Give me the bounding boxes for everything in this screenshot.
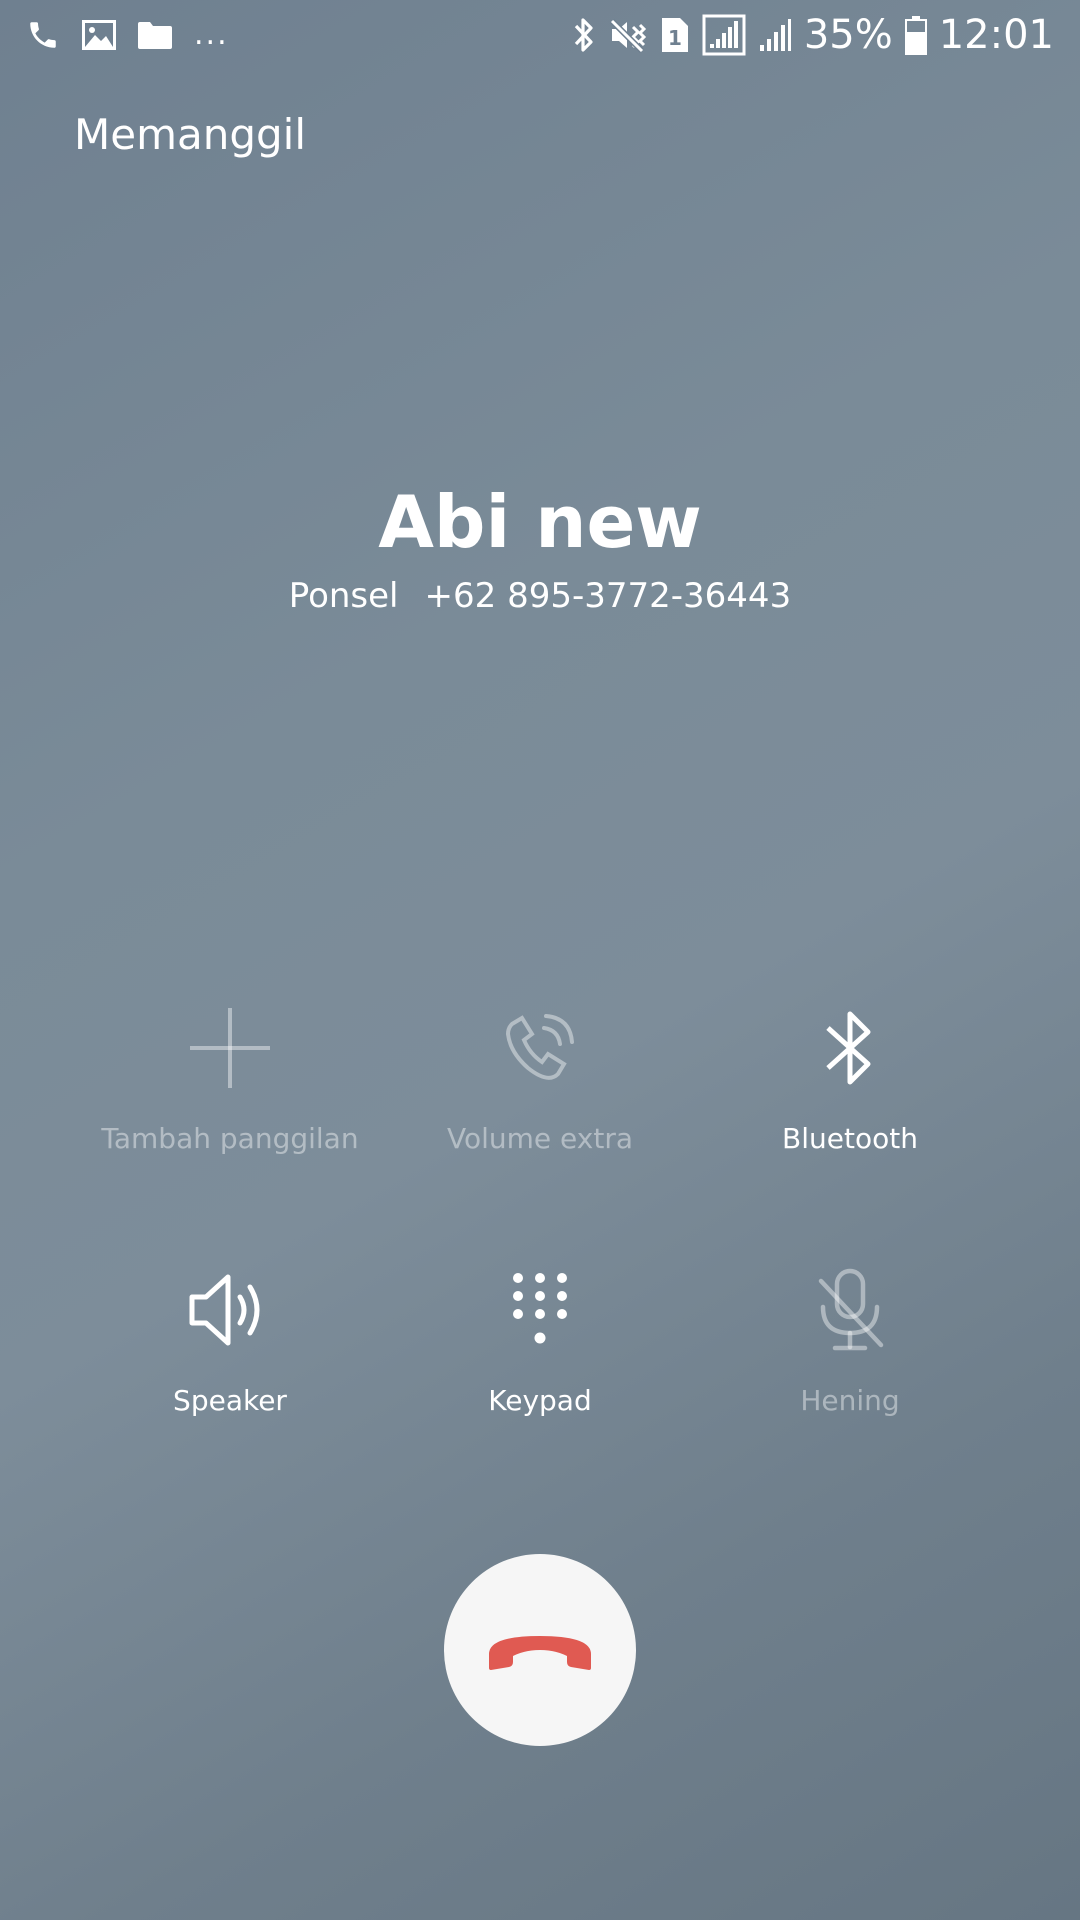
call-state: Memanggil [74, 110, 307, 159]
mute-label: Hening [800, 1384, 900, 1417]
keypad-button[interactable]: Keypad [390, 1262, 690, 1442]
signal-icon [758, 15, 792, 55]
folder-icon [136, 16, 174, 54]
plus-icon [188, 1006, 272, 1094]
battery-icon [904, 15, 927, 55]
speaker-button[interactable]: Speaker [80, 1262, 380, 1442]
end-call-button[interactable] [444, 1554, 636, 1746]
bluetooth-button[interactable]: Bluetooth [700, 1000, 1000, 1180]
bluetooth-icon [822, 1006, 878, 1094]
speaker-icon [188, 1271, 272, 1353]
phone-icon [24, 16, 62, 54]
mic-off-icon [815, 1267, 885, 1357]
bluetooth-label: Bluetooth [782, 1122, 918, 1155]
more-notifications: ... [194, 17, 229, 52]
keypad-icon [510, 1270, 570, 1354]
add-call-button[interactable]: Tambah panggilan [80, 1000, 380, 1180]
number-type-label: Ponsel [288, 576, 399, 616]
keypad-label: Keypad [488, 1384, 592, 1417]
speaker-label: Speaker [173, 1384, 287, 1417]
mute-button[interactable]: Hening [700, 1262, 1000, 1442]
bluetooth-icon [572, 15, 596, 55]
signal-icon [702, 14, 746, 56]
volume-extra-label: Volume extra [447, 1122, 633, 1155]
system-icons: 1 35% 12:01 [560, 12, 1054, 58]
sim1-icon: 1 [660, 15, 690, 55]
phone-number: +62 895-3772-36443 [424, 576, 792, 616]
contact-number-row: Ponsel +62 895-3772-36443 [0, 576, 1080, 616]
volume-extra-icon [498, 1006, 582, 1094]
mute-vibrate-icon [608, 15, 648, 55]
image-icon [80, 16, 118, 54]
battery-percent: 35% [803, 12, 893, 58]
svg-text:1: 1 [668, 26, 682, 50]
volume-extra-button[interactable]: Volume extra [390, 1000, 690, 1180]
add-call-label: Tambah panggilan [101, 1122, 359, 1155]
contact-name: Abi new [378, 480, 702, 564]
clock: 12:01 [938, 12, 1054, 58]
end-call-icon [485, 1624, 595, 1676]
status-bar: ... 1 35% 12:01 [0, 0, 1080, 72]
notification-icons: ... [24, 16, 229, 54]
